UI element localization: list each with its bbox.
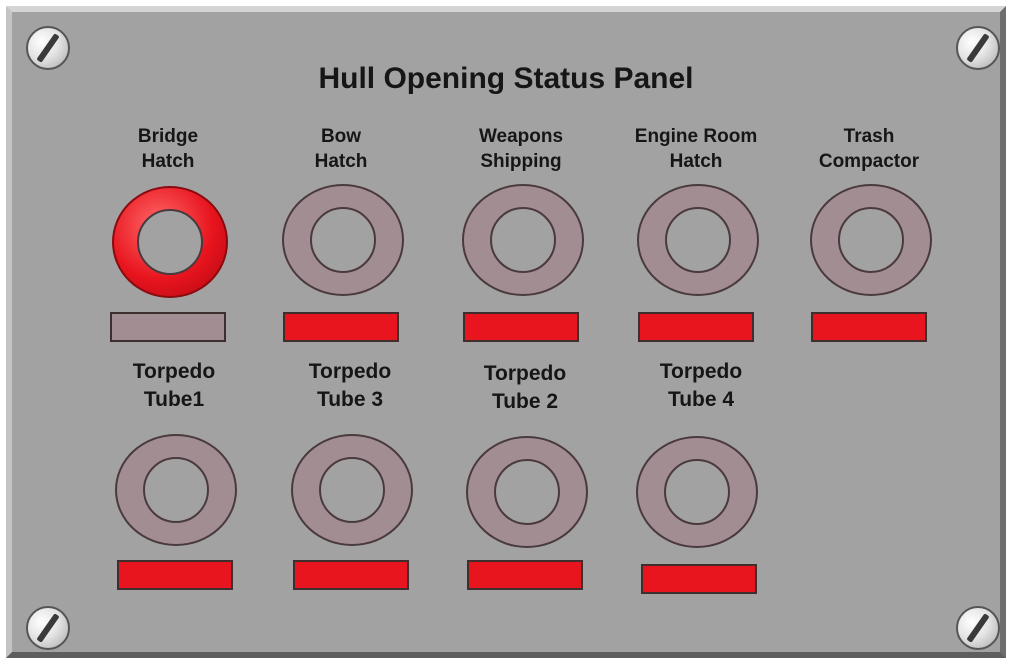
screw-icon <box>26 606 70 650</box>
panel-title: Hull Opening Status Panel <box>318 62 694 95</box>
screw-icon <box>26 26 70 70</box>
station-trash-compactor: Trash Compactor <box>784 124 954 354</box>
status-bar-indicator <box>283 312 399 342</box>
station-label: Bridge Hatch <box>137 126 199 172</box>
ring-center <box>490 207 556 273</box>
station-torpedo-tube-1: Torpedo Tube1 <box>89 358 259 608</box>
station-bridge-hatch: Bridge Hatch <box>83 124 253 354</box>
status-ring-indicator <box>291 434 413 546</box>
station-label: Trash Compactor <box>818 126 920 172</box>
station-torpedo-tube-2: Torpedo Tube 2 <box>440 360 610 610</box>
station-torpedo-tube-3: Torpedo Tube 3 <box>265 358 435 608</box>
ring-center <box>838 207 904 273</box>
status-ring-indicator <box>636 436 758 548</box>
status-ring-indicator <box>810 184 932 296</box>
status-ring-indicator <box>462 184 584 296</box>
status-bar-indicator <box>110 312 226 342</box>
ring-center <box>319 457 385 523</box>
status-bar-indicator <box>467 560 583 590</box>
status-ring-indicator <box>112 186 228 298</box>
ring-center <box>494 459 560 525</box>
station-engine-room-hatch: Engine Room Hatch <box>611 124 781 354</box>
station-label: Torpedo Tube 3 <box>308 360 392 411</box>
station-label: Torpedo Tube1 <box>132 360 216 411</box>
screw-icon <box>956 606 1000 650</box>
screw-icon <box>956 26 1000 70</box>
status-ring-indicator <box>282 184 404 296</box>
status-bar-indicator <box>117 560 233 590</box>
status-ring-indicator <box>466 436 588 548</box>
ring-center <box>310 207 376 273</box>
ring-center <box>664 459 730 525</box>
station-label: Weapons Shipping <box>478 126 564 172</box>
status-bar-indicator <box>811 312 927 342</box>
hull-opening-status-panel: Hull Opening Status Panel Bridge Hatch B… <box>6 6 1006 658</box>
status-bar-indicator <box>293 560 409 590</box>
station-bow-hatch: Bow Hatch <box>256 124 426 354</box>
status-bar-indicator <box>641 564 757 594</box>
status-bar-indicator <box>638 312 754 342</box>
ring-center <box>137 209 203 275</box>
status-ring-indicator <box>637 184 759 296</box>
station-label: Engine Room Hatch <box>634 126 758 172</box>
station-label: Torpedo Tube 2 <box>483 362 567 413</box>
station-label: Bow Hatch <box>314 126 368 172</box>
station-label: Torpedo Tube 4 <box>659 360 743 411</box>
status-ring-indicator <box>115 434 237 546</box>
ring-center <box>143 457 209 523</box>
ring-center <box>665 207 731 273</box>
station-torpedo-tube-4: Torpedo Tube 4 <box>616 358 786 608</box>
station-weapons-shipping: Weapons Shipping <box>436 124 606 354</box>
status-bar-indicator <box>463 312 579 342</box>
